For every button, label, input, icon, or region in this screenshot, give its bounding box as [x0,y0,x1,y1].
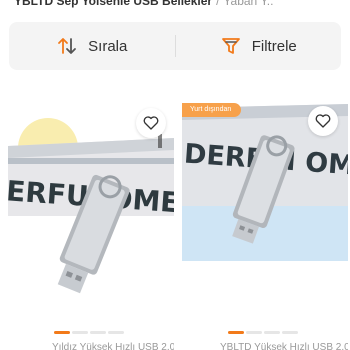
filter-label: Filtrele [251,37,297,55]
product-title[interactable]: YBLTD Yüksek Hızlı USB 2.0 [220,342,348,350]
breadcrumb-tail[interactable]: Yaban Y.. [223,0,273,8]
image-carousel-dots [54,331,124,334]
favorite-button[interactable] [308,106,338,136]
breadcrumb: YBLTD Sep Yolsenle USB Bellekler / Yaban Y… [0,0,350,12]
product-title-container: Yıldız Yüksek Hızlı USB 2.0 [8,342,174,350]
sort-filter-toolbar: Sırala Filtrele [9,22,341,70]
heart-icon [143,116,159,130]
carousel-dot[interactable] [90,331,106,334]
product-title-container: YBLTD Yüksek Hızlı USB 2.0 [182,342,348,350]
product-card[interactable]: DERFUI OMEL Yurt dışından [182,98,348,261]
carousel-dot[interactable] [246,331,262,334]
breadcrumb-separator: / [216,0,220,8]
filter-button[interactable]: Filtrele [176,22,342,70]
product-title[interactable]: Yıldız Yüksek Hızlı USB 2.0 [52,342,174,350]
product-card[interactable]: ERFUI OMEL [8,98,174,298]
overseas-badge: Yurt dışından [182,103,242,117]
carousel-dot[interactable] [228,331,244,334]
sort-button[interactable]: Sırala [9,22,175,70]
carousel-dot[interactable] [282,331,298,334]
carousel-dot[interactable] [264,331,280,334]
sort-arrows-icon [58,38,77,54]
carousel-dot[interactable] [54,331,70,334]
favorite-button[interactable] [136,108,166,138]
carousel-dot[interactable] [72,331,88,334]
funnel-icon [221,38,240,54]
breadcrumb-text[interactable]: YBLTD Sep Yolsenle USB Bellekler [14,0,212,8]
carousel-dot[interactable] [108,331,124,334]
image-carousel-dots [228,331,298,334]
heart-icon [315,114,331,128]
sort-label: Sırala [88,37,128,55]
